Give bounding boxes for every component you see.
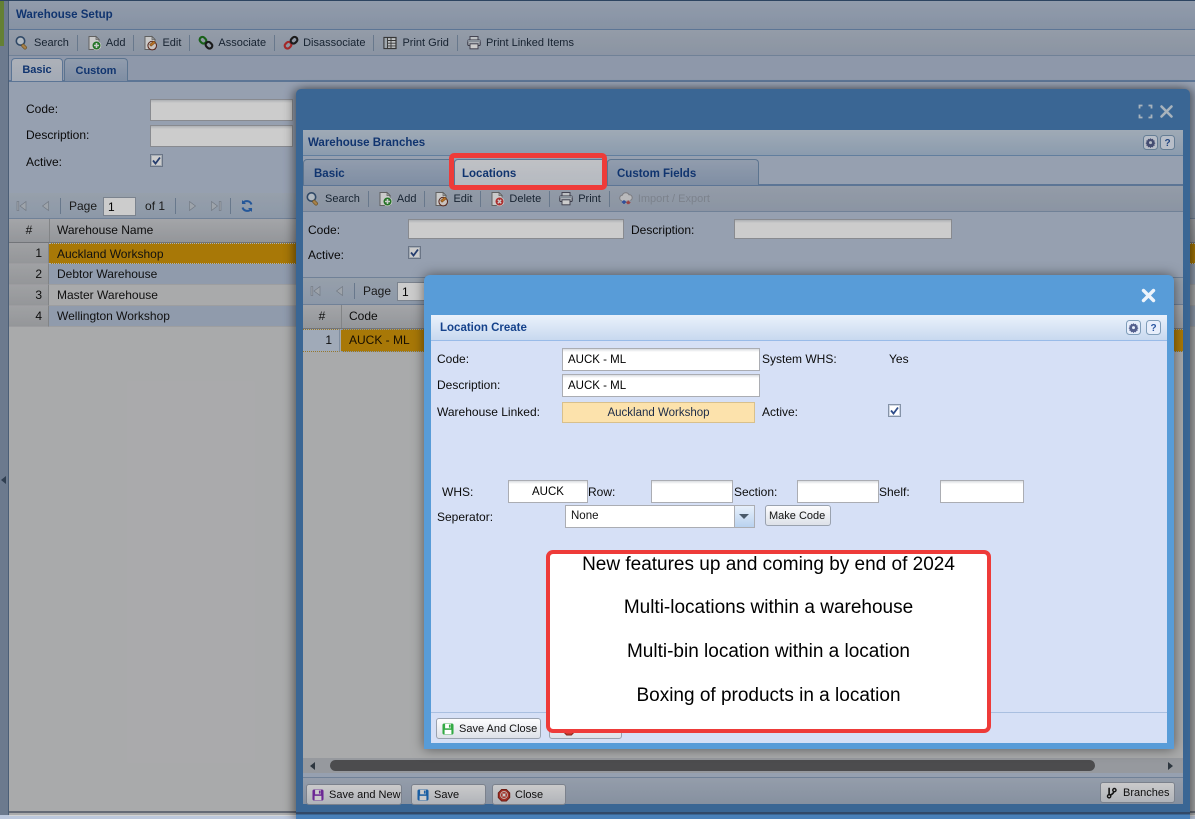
svg-text:?: ? [1150, 323, 1156, 334]
